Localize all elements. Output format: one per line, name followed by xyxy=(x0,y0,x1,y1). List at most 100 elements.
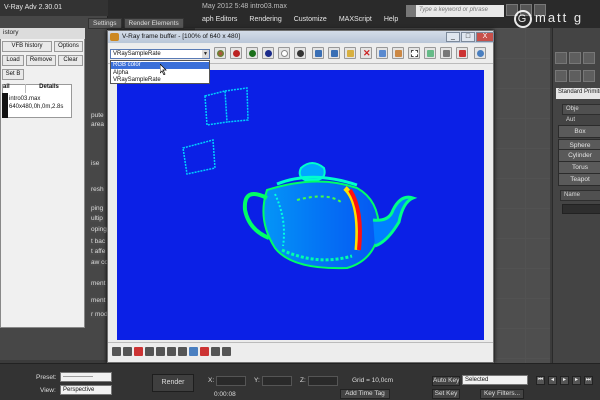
menu-maxscript[interactable]: MAXScript xyxy=(339,16,372,28)
render-channel-select[interactable]: VRaySampleRate xyxy=(110,49,210,59)
link-to-max-icon[interactable] xyxy=(440,47,452,59)
add-time-tag-button[interactable]: Add Time Tag xyxy=(340,389,390,399)
key-filters-button[interactable]: Key Filters... xyxy=(480,389,524,399)
menu-graph-editors[interactable]: aph Editors xyxy=(202,16,237,28)
autogrid-checkbox[interactable]: Aut xyxy=(566,117,575,123)
duplicate-to-max-vfb-icon[interactable] xyxy=(376,47,388,59)
clear-button[interactable]: Clear xyxy=(58,55,83,66)
row-details: 640x480,0h,0m,2.8s xyxy=(9,104,64,110)
column-details[interactable]: Details xyxy=(26,84,72,93)
y-label: Y: xyxy=(254,377,260,384)
ocio-icon[interactable] xyxy=(211,347,220,356)
column-thumbnail[interactable]: ail xyxy=(2,84,26,93)
levels-icon[interactable] xyxy=(145,347,154,356)
go-to-end-icon[interactable]: ⏭ xyxy=(584,376,593,385)
hierarchy-tab-icon[interactable] xyxy=(583,52,595,64)
glass-pane-lower xyxy=(182,139,216,175)
side-label: ping xyxy=(90,205,105,212)
teapot-button[interactable]: Teapot xyxy=(558,173,600,186)
menu-rendering[interactable]: Rendering xyxy=(249,16,281,28)
view-select[interactable]: Perspective xyxy=(60,385,112,395)
vfb-title: V-Ray frame buffer - [100% of 640 x 480] xyxy=(108,31,493,43)
vfb-history-button[interactable]: VFB history xyxy=(2,41,52,52)
history-thumbnail xyxy=(2,93,8,118)
object-type-rollout[interactable]: Obje xyxy=(562,104,600,115)
shapes-icon[interactable] xyxy=(569,70,581,82)
save-all-icon[interactable] xyxy=(328,47,340,59)
search-icon[interactable] xyxy=(406,5,416,17)
close-button[interactable]: X xyxy=(476,32,494,42)
table-row[interactable]: intro03.max 640x480,0h,0m,2.8s xyxy=(9,95,63,111)
key-selection-select[interactable]: Selected xyxy=(462,375,528,385)
x-coordinate-field[interactable] xyxy=(216,376,246,386)
red-channel-icon[interactable] xyxy=(230,47,242,59)
side-label: oping xyxy=(90,226,108,233)
track-mouse-icon[interactable] xyxy=(392,47,404,59)
render-setup-tabs: Settings Render Elements xyxy=(88,18,184,29)
set-key-button[interactable]: Set Key xyxy=(432,389,460,399)
modify-tab-icon[interactable] xyxy=(569,52,581,64)
max-menu-bar: aph Editors Rendering Customize MAXScrip… xyxy=(202,16,398,28)
render-last-icon[interactable] xyxy=(424,47,436,59)
chevron-down-icon[interactable]: ▼ xyxy=(202,50,209,58)
object-name-field[interactable] xyxy=(562,204,600,214)
render-button[interactable]: Render xyxy=(152,374,194,392)
preset-label: Preset: xyxy=(36,374,57,381)
teapot-spout xyxy=(372,195,418,248)
blue-channel-icon[interactable] xyxy=(262,47,274,59)
view-label: View: xyxy=(40,387,56,394)
y-coordinate-field[interactable] xyxy=(262,376,292,386)
time-readout: 0:00:08 xyxy=(214,391,236,398)
alpha-channel-icon[interactable] xyxy=(278,47,290,59)
load-image-icon[interactable] xyxy=(344,47,356,59)
remove-button[interactable]: Remove xyxy=(26,55,56,66)
minimize-button[interactable]: _ xyxy=(446,32,460,42)
lut-icon[interactable] xyxy=(200,347,209,356)
previous-frame-icon[interactable]: ◂ xyxy=(548,376,557,385)
z-coordinate-field[interactable] xyxy=(308,376,338,386)
menu-customize[interactable]: Customize xyxy=(294,16,327,28)
play-icon[interactable]: ▸ xyxy=(560,376,569,385)
pixel-aspect-icon[interactable] xyxy=(222,347,231,356)
display-colors-icon[interactable] xyxy=(178,347,187,356)
go-to-start-icon[interactable]: ⏮ xyxy=(536,376,545,385)
set-b-button[interactable]: Set B xyxy=(2,69,24,80)
history-icon[interactable] xyxy=(456,47,468,59)
row-file: intro03.max xyxy=(9,96,41,102)
preset-select[interactable]: --------------- xyxy=(60,372,112,382)
next-frame-icon[interactable]: ▸ xyxy=(572,376,581,385)
auto-key-button[interactable]: Auto Key xyxy=(432,376,460,386)
name-color-rollout[interactable]: Name xyxy=(560,190,600,201)
vray-logo-icon xyxy=(110,33,119,41)
info-icon[interactable] xyxy=(134,347,143,356)
region-render-icon[interactable] xyxy=(408,47,420,59)
watermark-logo: Gmatt g xyxy=(514,10,583,28)
z-label: Z: xyxy=(300,377,306,384)
tab-render-elements[interactable]: Render Elements xyxy=(123,18,184,29)
teapot-render-icon[interactable] xyxy=(474,47,486,59)
srgb-icon[interactable] xyxy=(189,347,198,356)
mono-channel-icon[interactable] xyxy=(294,47,306,59)
curves-icon[interactable] xyxy=(156,347,165,356)
save-image-icon[interactable] xyxy=(312,47,324,59)
exposure-icon[interactable] xyxy=(167,347,176,356)
color-correction-icon[interactable] xyxy=(112,347,121,356)
option-vraysamplerate[interactable]: VRaySampleRate xyxy=(111,77,209,84)
vfb-window-buttons: _ □ X xyxy=(446,32,494,42)
histogram-icon[interactable] xyxy=(123,347,132,356)
options-button[interactable]: Options xyxy=(54,41,83,52)
clear-image-icon[interactable]: ✕ xyxy=(360,47,372,59)
box-button[interactable]: Box xyxy=(558,125,600,138)
green-channel-icon[interactable] xyxy=(246,47,258,59)
lights-icon[interactable] xyxy=(583,70,595,82)
menu-help[interactable]: Help xyxy=(384,16,398,28)
mouse-cursor-icon xyxy=(160,64,167,75)
create-tab-icon[interactable] xyxy=(555,52,567,64)
geometry-icon[interactable] xyxy=(555,70,567,82)
rgb-channel-icon[interactable] xyxy=(214,47,226,59)
tab-settings[interactable]: Settings xyxy=(88,18,122,29)
search-input[interactable]: Type a keyword or phrase xyxy=(416,5,504,17)
maximize-button[interactable]: □ xyxy=(461,32,475,42)
primitive-type-select[interactable]: Standard Primiti xyxy=(556,88,600,99)
load-button[interactable]: Load xyxy=(2,55,24,66)
